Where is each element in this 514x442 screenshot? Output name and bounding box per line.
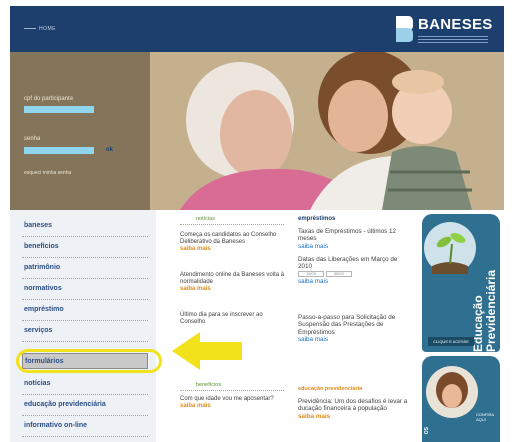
news-item[interactable]: Atendimento online da Baneses volta à no… [180,272,286,293]
yellow-arrow-icon [172,332,242,370]
baneses-logo[interactable]: BANESES [392,12,496,48]
loans-header: empréstimos [298,216,336,222]
education-header: educação previdenciária [298,386,363,392]
side-banners: Educação Previdenciária CLIQUE E ACESSE … [418,210,504,442]
education-item[interactable]: Previdência: Um dos desafios é levar a d… [298,398,410,420]
benefits-header: benefícios [196,382,222,388]
benefit-item[interactable]: Com que idade vou me aposentar? saiba ma… [180,396,286,410]
nav-item-servicos[interactable]: serviços [22,321,148,342]
loan-text: Taxas de Empréstimos - últimos 12 meses [298,228,396,243]
page-frame: HOME BANESES cpf do participante senha o… [10,6,504,442]
divider [180,224,284,225]
loans-column: empréstimos Taxas de Empréstimos - últim… [292,210,414,442]
saiba-mais-link[interactable]: saiba mais [180,403,286,410]
login-panel: cpf do participante senha ok esqueci min… [10,52,150,210]
news-column: notícias Começa os candidatos ao Conselh… [170,210,288,442]
education-text: Previdência: Um dos desafios é levar a d… [298,398,408,413]
saiba-mais-link[interactable]: saiba mais [180,286,286,293]
loan-item[interactable]: Taxas de Empréstimos - últimos 12 meses … [298,228,410,250]
nav-item-educacao[interactable]: educação previdenciária [22,395,148,416]
news-text: Último dia para se inscrever ao Conselho [180,312,263,325]
loan-text: Passo-a-passo para Solicitação de Suspen… [298,314,396,336]
news-item[interactable]: Último dia para se inscrever ao Conselho [180,312,286,326]
news-text: Atendimento online da Baneses volta à no… [180,272,285,285]
news-text: Começa os candidatos ao Conselho Deliber… [180,232,277,245]
saiba-mais-link[interactable]: saiba mais [298,278,410,285]
nav-item-informativo[interactable]: informativo on-line [22,416,148,437]
password-input[interactable] [24,147,94,154]
banner-text: CONFIRA AQUI [476,412,494,422]
saiba-mais-link[interactable]: saiba mais [180,246,286,253]
education-banner-title: Educação Previdenciária [471,269,498,352]
loan-item[interactable]: Datas das Liberações em Março de 2010 15… [298,256,410,285]
forgot-password-link[interactable]: esqueci minha senha [24,170,71,176]
news-item[interactable]: Começa os candidatos ao Conselho Deliber… [180,232,286,253]
left-navigation: baneses benefícios patrimônio normativos… [10,210,162,442]
banner-side-text: OS [424,426,430,434]
nav-item-beneficios[interactable]: benefícios [22,237,148,258]
nav-item-emprestimo[interactable]: empréstimo [22,300,148,321]
divider [180,390,284,391]
highlight-ring [16,349,162,373]
saiba-mais-link[interactable]: saiba mais [298,243,410,250]
saiba-mais-link[interactable]: saiba mais [298,336,410,343]
news-header: notícias [196,216,215,222]
ok-button[interactable]: ok [106,147,113,153]
password-label: senha [24,136,41,142]
loan-text: Datas das Liberações em Março de 2010 [298,256,398,271]
home-link[interactable]: HOME [24,26,56,32]
hero-banner: cpf do participante senha ok esqueci min… [10,52,504,210]
logo-subtitle-lines [418,34,488,43]
banner-access-button[interactable]: CLIQUE E ACESSE [428,337,474,346]
banner-photo [426,366,478,418]
nav-item-patrimonio[interactable]: patrimônio [22,258,148,279]
nav-item-baneses[interactable]: baneses [22,216,148,237]
benefit-text: Com que idade vou me aposentar? [180,396,274,402]
loan-item[interactable]: Passo-a-passo para Solicitação de Suspen… [298,314,410,343]
header: HOME BANESES [10,6,504,52]
date-input[interactable]: 30/03 [325,270,352,277]
logo-text: BANESES [418,16,493,33]
baneses-logo-icon [396,16,413,42]
saiba-mais-link[interactable]: saiba mais [298,413,410,420]
date-input[interactable]: 15/03 [298,270,324,277]
cpf-input[interactable] [24,106,94,113]
nav-item-normativos[interactable]: normativos [22,279,148,300]
nav-item-noticias[interactable]: notícias [22,374,148,395]
cpf-label: cpf do participante [24,96,74,102]
education-banner[interactable]: Educação Previdenciária CLIQUE E ACESSE [422,214,500,352]
second-banner[interactable]: OS CONFIRA AQUI [422,356,500,442]
